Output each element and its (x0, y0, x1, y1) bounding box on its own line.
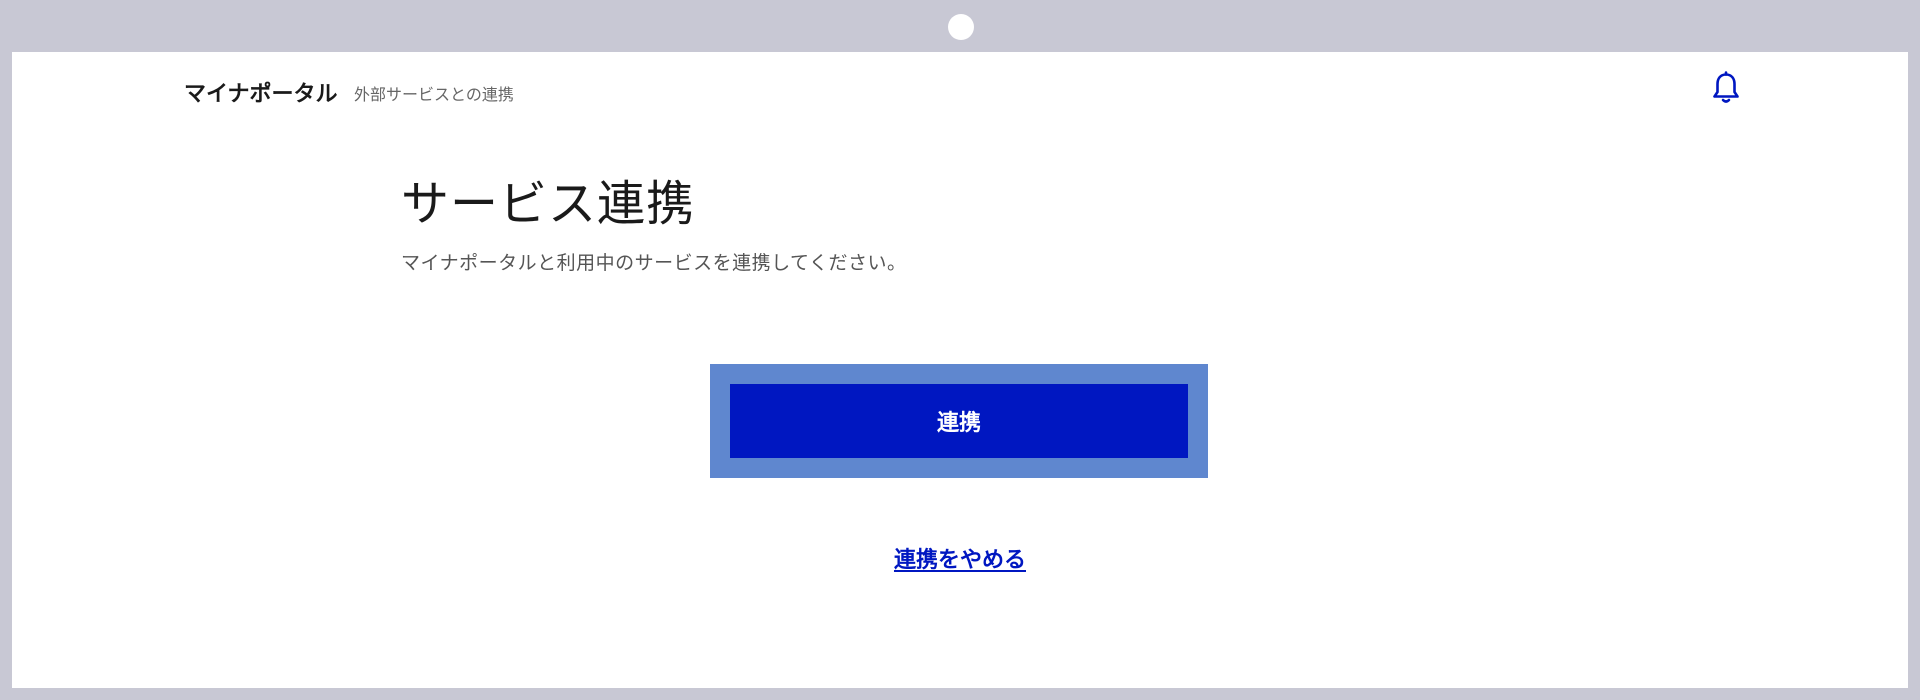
cancel-link-row: 連携をやめる (12, 542, 1908, 574)
site-header: マイナポータル 外部サービスとの連携 (12, 52, 1908, 132)
device-frame: マイナポータル 外部サービスとの連携 サービス連携 マイナポータルと利用中のサー… (0, 0, 1920, 700)
page-title: サービス連携 (401, 176, 696, 232)
connect-button[interactable]: 連携 (730, 384, 1188, 458)
page-description: マイナポータルと利用中のサービスを連携してください。 (401, 252, 907, 274)
screen: マイナポータル 外部サービスとの連携 サービス連携 マイナポータルと利用中のサー… (12, 52, 1908, 688)
notification-button[interactable] (1708, 70, 1744, 106)
bell-icon (1713, 71, 1739, 103)
brand-subtitle: 外部サービスとの連携 (354, 85, 514, 104)
cancel-connection-link[interactable]: 連携をやめる (894, 548, 1026, 573)
brand-name: マイナポータル (184, 82, 338, 107)
camera-dot (948, 14, 974, 40)
